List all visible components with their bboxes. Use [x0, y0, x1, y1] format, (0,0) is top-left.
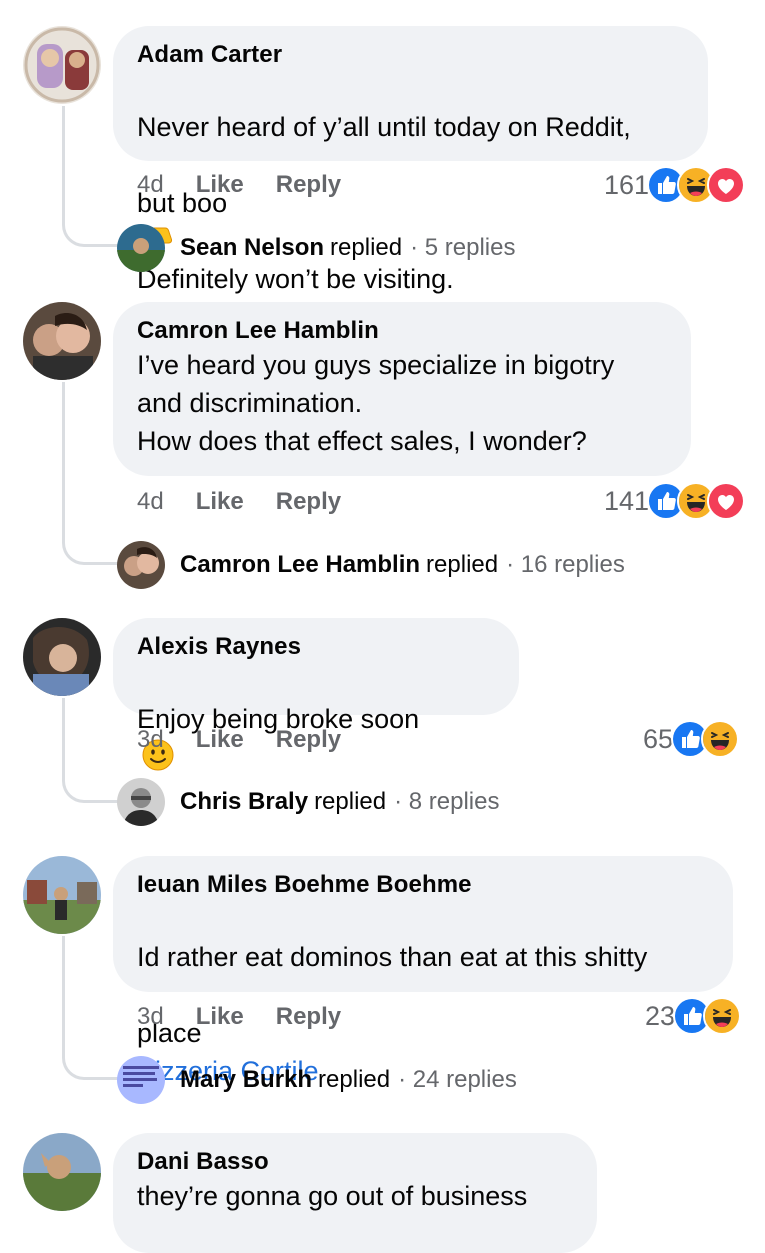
avatar[interactable]	[23, 618, 101, 696]
reply-count: · 5 replies	[410, 234, 516, 261]
comment-author[interactable]: Dani Basso	[137, 1147, 573, 1177]
avatar[interactable]	[23, 1133, 101, 1211]
comment-text-line: Never heard of y’all until today on Redd…	[137, 112, 631, 142]
comment-bubble: Ieuan Miles Boehme Boehme Id rather eat …	[113, 856, 733, 1086]
reply-author: Sean Nelson	[180, 234, 325, 261]
comment-author[interactable]: Camron Lee Hamblin	[137, 316, 667, 346]
comment-actions: 4d Like Reply	[137, 488, 341, 516]
comment-time[interactable]: 3d	[137, 1003, 164, 1031]
reaction-count: 161	[604, 169, 650, 200]
love-reaction-icon	[707, 482, 746, 520]
comment-text: I’ve heard you guys specialize in bigotr…	[137, 350, 615, 456]
avatar[interactable]	[23, 302, 101, 380]
comment-actions: 3d Like Reply	[137, 1003, 341, 1031]
thread-connector	[62, 382, 120, 565]
like-button[interactable]: Like	[196, 488, 244, 516]
reply-word: replied	[318, 1066, 391, 1093]
thread-connector	[62, 106, 120, 247]
thread-connector	[62, 698, 120, 803]
view-replies-link[interactable]: Chris Braly replied · 8 replies	[117, 778, 499, 826]
comment-actions: 3d Like Reply	[137, 726, 341, 754]
reaction-count: 65	[643, 723, 674, 754]
haha-reaction-icon	[703, 997, 742, 1035]
reply-button[interactable]: Reply	[276, 488, 341, 516]
avatar	[117, 224, 165, 272]
reply-author: Mary Burkh	[180, 1066, 313, 1093]
like-button[interactable]: Like	[196, 726, 244, 754]
comment-time[interactable]: 3d	[137, 726, 164, 754]
haha-reaction-icon	[701, 720, 740, 758]
reply-word: replied	[426, 551, 499, 578]
reaction-summary[interactable]: 23	[645, 997, 742, 1035]
love-reaction-icon	[707, 166, 746, 204]
comment-time[interactable]: 4d	[137, 171, 164, 199]
reply-author: Chris Braly	[180, 788, 309, 815]
comment-bubble: Camron Lee Hamblin I’ve heard you guys s…	[113, 302, 691, 476]
reply-count: · 24 replies	[398, 1066, 517, 1093]
avatar[interactable]	[23, 26, 101, 104]
avatar[interactable]	[23, 856, 101, 934]
view-replies-link[interactable]: Camron Lee Hamblin replied · 16 replies	[117, 541, 625, 589]
view-replies-link[interactable]: Sean Nelson replied · 5 replies	[117, 224, 515, 272]
reaction-count: 141	[604, 485, 650, 516]
comment-author[interactable]: Adam Carter	[137, 40, 684, 70]
comment-author[interactable]: Alexis Raynes	[137, 632, 495, 662]
comment-actions: 4d Like Reply	[137, 171, 341, 199]
reply-button[interactable]: Reply	[276, 1003, 341, 1031]
like-button[interactable]: Like	[196, 1003, 244, 1031]
reply-count: · 8 replies	[394, 788, 500, 815]
avatar	[117, 541, 165, 589]
reply-button[interactable]: Reply	[276, 726, 341, 754]
avatar	[117, 778, 165, 826]
reaction-summary[interactable]: 141	[604, 482, 746, 520]
comment-bubble: Adam Carter Never heard of y’all until t…	[113, 26, 708, 294]
thread-connector	[62, 936, 120, 1080]
avatar	[117, 1056, 165, 1104]
reaction-count: 23	[645, 1000, 676, 1031]
reply-count: · 16 replies	[506, 551, 625, 578]
reply-button[interactable]: Reply	[276, 171, 341, 199]
reaction-summary[interactable]: 161	[604, 166, 746, 204]
comment-text: Enjoy being broke soon	[137, 662, 495, 776]
comment-author[interactable]: Ieuan Miles Boehme Boehme	[137, 870, 709, 900]
comment-bubble: Alexis Raynes Enjoy being broke soon	[113, 618, 519, 771]
reply-author: Camron Lee Hamblin	[180, 551, 421, 578]
reply-word: replied	[314, 788, 387, 815]
comment-time[interactable]: 4d	[137, 488, 164, 516]
reply-word: replied	[330, 234, 403, 261]
comment-text: they’re gonna go out of business	[137, 1181, 528, 1211]
like-button[interactable]: Like	[196, 171, 244, 199]
comment-text-line: Id rather eat dominos than eat at this s…	[137, 942, 648, 972]
view-replies-link[interactable]: Mary Burkh replied · 24 replies	[117, 1056, 517, 1104]
reaction-summary[interactable]: 65	[643, 720, 740, 758]
comment-bubble: Dani Basso they’re gonna go out of busin…	[113, 1133, 597, 1253]
